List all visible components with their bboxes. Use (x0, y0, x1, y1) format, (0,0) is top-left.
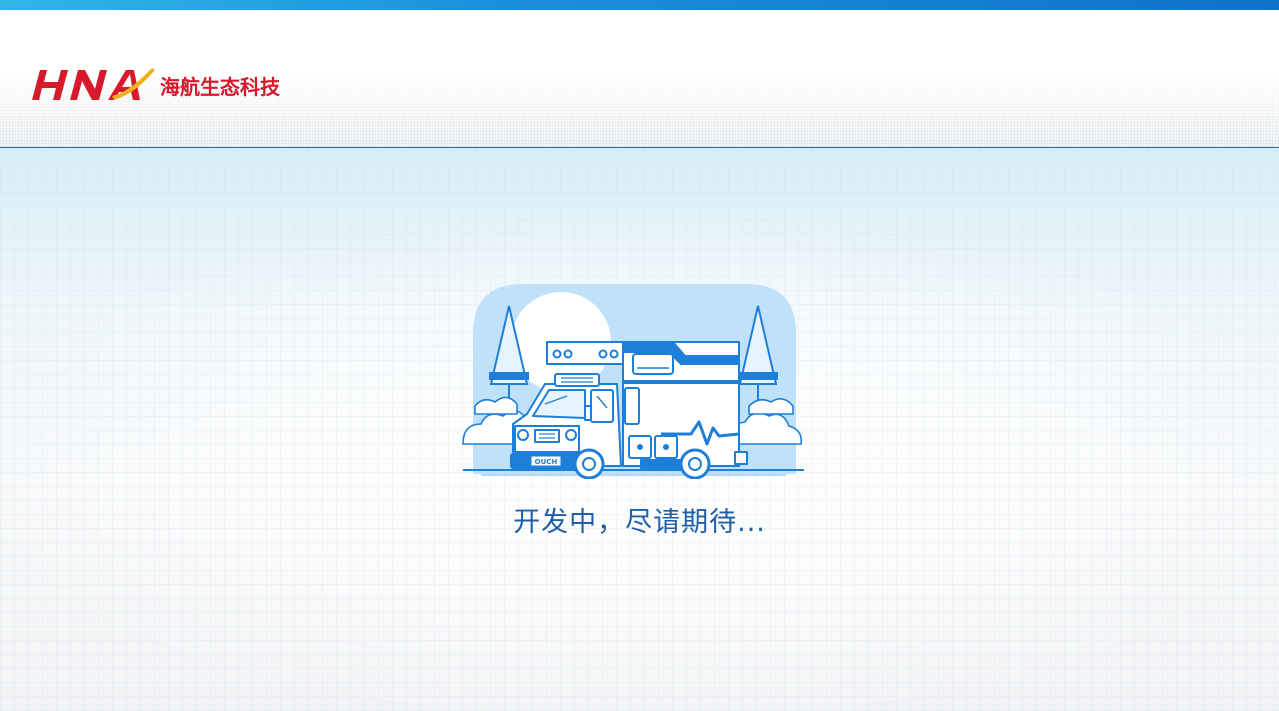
ambulance-icon: OUCH (510, 341, 748, 479)
top-accent-strip (0, 0, 1279, 10)
svg-text:OUCH: OUCH (535, 458, 558, 466)
company-name: 海航生态科技 (160, 74, 280, 99)
hna-logo-icon (32, 68, 155, 100)
ambulance-truck-illustration: OUCH (462, 284, 804, 479)
status-message: 开发中，尽请期待... (513, 507, 766, 538)
page-header: 海航生态科技 (0, 10, 1279, 147)
company-logo[interactable]: 海航生态科技 (28, 66, 280, 104)
